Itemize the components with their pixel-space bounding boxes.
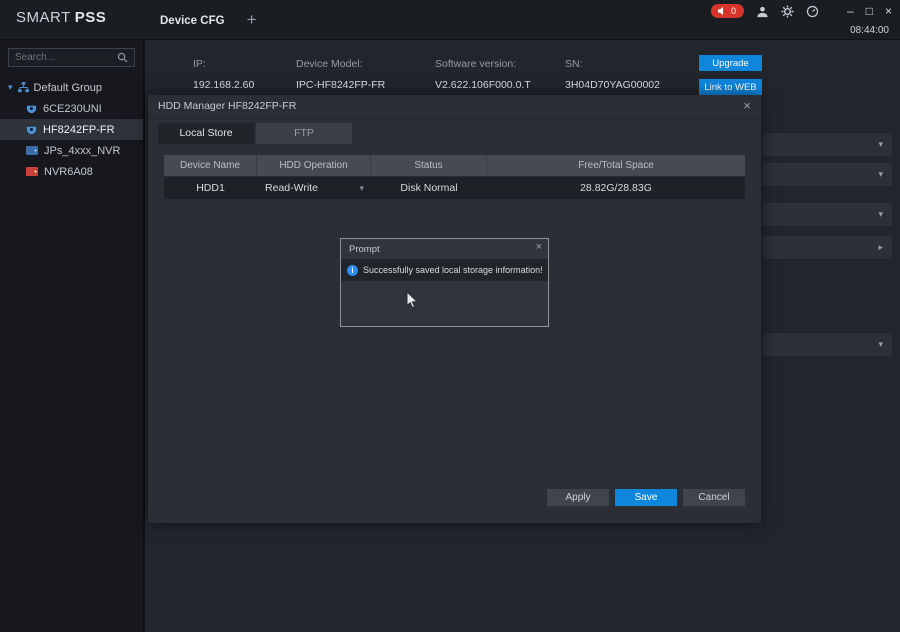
hdd-operation-value: Read-Write bbox=[265, 182, 318, 194]
alarm-badge[interactable]: 0 bbox=[711, 4, 744, 18]
link-to-web-button[interactable]: Link to WEB bbox=[699, 79, 762, 95]
tab-local-store[interactable]: Local Store bbox=[158, 123, 254, 144]
device-label: NVR6A08 bbox=[44, 166, 93, 178]
prompt-message-row: i Successfully saved local storage infor… bbox=[341, 259, 548, 281]
nvr-icon-offline bbox=[26, 167, 38, 176]
dialog-footer: Apply Save Cancel bbox=[547, 489, 745, 506]
cell-status: Disk Normal bbox=[371, 177, 487, 199]
collapsed-section[interactable]: ▾ bbox=[762, 333, 892, 356]
prompt-message: Successfully saved local storage informa… bbox=[363, 265, 543, 275]
field-value: 192.168.2.60 bbox=[193, 79, 296, 91]
app-logo: SMARTPSS bbox=[16, 9, 106, 26]
tab-device-cfg[interactable]: Device CFG bbox=[160, 13, 225, 27]
col-free-total: Free/Total Space bbox=[487, 155, 745, 176]
hdd-manager-header: HDD Manager HF8242FP-FR × bbox=[148, 95, 761, 119]
chevron-down-icon[interactable]: ▾ bbox=[878, 169, 883, 180]
device-info-bar: IP: 192.168.2.60 Device Model: IPC-HF824… bbox=[193, 58, 705, 91]
minimize-button[interactable]: – bbox=[847, 4, 854, 18]
search-input[interactable] bbox=[15, 52, 117, 63]
device-cfg-main: IP: 192.168.2.60 Device Model: IPC-HF824… bbox=[145, 40, 900, 632]
sidebar-item-hf8242fp-fr[interactable]: HF8242FP-FR bbox=[0, 119, 143, 140]
sidebar-item-6ce230uni[interactable]: 6CE230UNI bbox=[0, 98, 143, 119]
chevron-down-icon[interactable]: ▾ bbox=[878, 209, 883, 220]
expand-caret-icon[interactable]: ▾ bbox=[8, 82, 13, 93]
field-label: SN: bbox=[565, 58, 705, 70]
field-value: 3H04D70YAG00002 bbox=[565, 79, 705, 91]
dome-camera-icon bbox=[26, 103, 37, 114]
gear-icon[interactable] bbox=[781, 5, 794, 18]
cell-device-name: HDD1 bbox=[164, 177, 257, 199]
brand-smart: SMART bbox=[16, 9, 71, 26]
col-status: Status bbox=[371, 155, 487, 176]
sidebar-item-nvr6a08[interactable]: NVR6A08 bbox=[0, 161, 143, 182]
smartpss-window: SMARTPSS Device CFG + 0 – □ × bbox=[0, 0, 900, 632]
sidebar-item-jps-4xxx-nvr[interactable]: JPs_4xxx_NVR bbox=[0, 140, 143, 161]
device-sidebar: ▾ Default Group 6CE230UNI HF8242FP-FR JP… bbox=[0, 40, 145, 632]
user-icon[interactable] bbox=[756, 5, 769, 18]
col-device-name: Device Name bbox=[164, 155, 257, 176]
hdd-table-header: Device Name HDD Operation Status Free/To… bbox=[164, 155, 745, 176]
tab-bar: Device CFG + bbox=[160, 0, 257, 40]
prompt-title: Prompt bbox=[349, 244, 380, 255]
info-icon: i bbox=[347, 265, 358, 276]
nvr-icon bbox=[26, 146, 38, 155]
field-label: IP: bbox=[193, 58, 296, 70]
table-row[interactable]: HDD1 Read-Write ▾ Disk Normal 28.82G/28.… bbox=[164, 177, 745, 199]
device-info-software: Software version: V2.622.106F000.0.T bbox=[435, 58, 565, 91]
device-label: JPs_4xxx_NVR bbox=[44, 145, 120, 157]
apply-button[interactable]: Apply bbox=[547, 489, 609, 506]
chevron-down-icon[interactable]: ▾ bbox=[878, 339, 883, 350]
hdd-manager-dialog: HDD Manager HF8242FP-FR × Local Store FT… bbox=[148, 95, 761, 523]
maximize-button[interactable]: □ bbox=[866, 4, 873, 18]
device-info-model: Device Model: IPC-HF8242FP-FR bbox=[296, 58, 435, 91]
add-tab-button[interactable]: + bbox=[247, 10, 257, 30]
prompt-header: Prompt × bbox=[341, 239, 548, 259]
hdd-manager-tabs: Local Store FTP bbox=[158, 123, 352, 144]
cancel-button[interactable]: Cancel bbox=[683, 489, 745, 506]
collapsed-section[interactable]: ▾ bbox=[762, 163, 892, 186]
dialog-title: HDD Manager HF8242FP-FR bbox=[158, 100, 296, 112]
col-hdd-operation: HDD Operation bbox=[257, 155, 371, 176]
prompt-dialog: Prompt × i Successfully saved local stor… bbox=[340, 238, 549, 327]
titlebar: SMARTPSS Device CFG + 0 – □ × bbox=[0, 0, 900, 40]
group-icon bbox=[18, 82, 29, 93]
chevron-right-icon[interactable]: ▸ bbox=[878, 242, 883, 253]
field-label: Device Model: bbox=[296, 58, 435, 70]
dome-camera-icon bbox=[26, 124, 37, 135]
device-tree: ▾ Default Group 6CE230UNI HF8242FP-FR JP… bbox=[0, 77, 143, 182]
brand-pss: PSS bbox=[75, 9, 107, 26]
group-label: Default Group bbox=[34, 82, 102, 94]
close-button[interactable]: × bbox=[885, 4, 892, 18]
device-info-ip: IP: 192.168.2.60 bbox=[193, 58, 296, 91]
collapsed-section[interactable]: ▾ bbox=[762, 203, 892, 226]
tree-group-default[interactable]: ▾ Default Group bbox=[0, 77, 143, 98]
collapsed-section[interactable]: ▸ bbox=[762, 236, 892, 259]
chevron-down-icon[interactable]: ▾ bbox=[878, 139, 883, 150]
save-button[interactable]: Save bbox=[615, 489, 677, 506]
titlebar-controls: 0 – □ × bbox=[711, 4, 892, 18]
device-info-sn: SN: 3H04D70YAG00002 bbox=[565, 58, 705, 91]
prompt-close-icon[interactable]: × bbox=[536, 241, 542, 253]
dialog-close-icon[interactable]: × bbox=[743, 98, 751, 113]
dropdown-caret-icon[interactable]: ▾ bbox=[359, 183, 364, 194]
device-label: HF8242FP-FR bbox=[43, 124, 115, 136]
tab-ftp[interactable]: FTP bbox=[256, 123, 352, 144]
collapsed-section[interactable]: ▾ bbox=[762, 133, 892, 156]
cell-free-total: 28.82G/28.83G bbox=[487, 177, 745, 199]
monitor-gauge-icon[interactable] bbox=[806, 5, 819, 18]
field-label: Software version: bbox=[435, 58, 565, 70]
hdd-operation-dropdown[interactable]: Read-Write ▾ bbox=[257, 177, 371, 199]
search-icon[interactable] bbox=[117, 52, 128, 63]
field-value: IPC-HF8242FP-FR bbox=[296, 79, 435, 91]
search-box bbox=[8, 48, 135, 67]
device-label: 6CE230UNI bbox=[43, 103, 102, 115]
field-value: V2.622.106F000.0.T bbox=[435, 79, 565, 91]
hdd-table: Device Name HDD Operation Status Free/To… bbox=[164, 155, 745, 199]
speaker-icon bbox=[717, 6, 727, 16]
upgrade-button[interactable]: Upgrade bbox=[699, 55, 762, 71]
alarm-count: 0 bbox=[731, 6, 736, 16]
window-controls: – □ × bbox=[847, 4, 892, 18]
mouse-cursor bbox=[406, 291, 419, 315]
clock: 08:44:00 bbox=[850, 25, 889, 36]
